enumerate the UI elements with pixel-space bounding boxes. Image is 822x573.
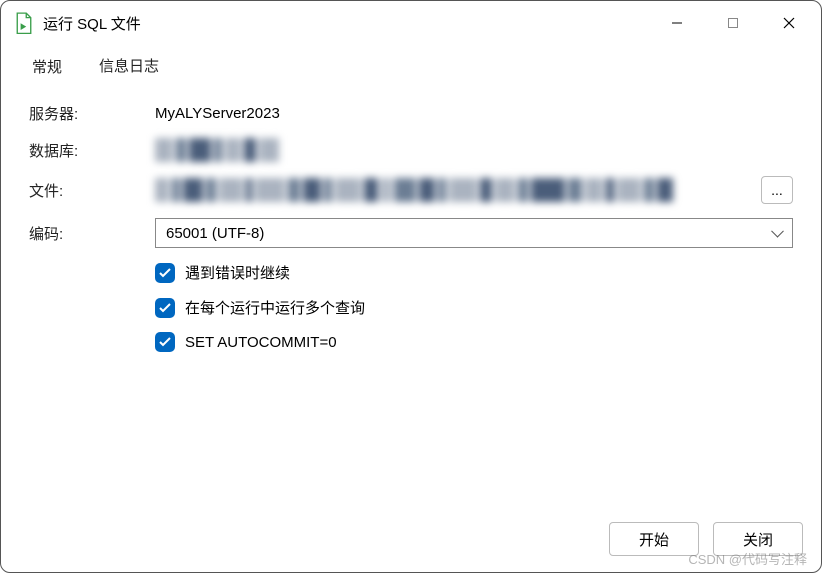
checkbox-multiquery-label: 在每个运行中运行多个查询 bbox=[185, 297, 365, 318]
close-dialog-label: 关闭 bbox=[743, 529, 773, 550]
checkbox-continue-label: 遇到错误时继续 bbox=[185, 262, 290, 283]
content-area: 服务器: MyALYServer2023 数据库: 文件: ... 编码: bbox=[1, 89, 821, 512]
app-icon bbox=[15, 13, 33, 33]
tab-general-label: 常规 bbox=[32, 59, 62, 76]
footer: 开始 关闭 bbox=[1, 512, 821, 572]
maximize-button[interactable] bbox=[705, 3, 761, 43]
start-button-label: 开始 bbox=[639, 529, 669, 550]
encoding-label: 编码: bbox=[29, 223, 155, 244]
encoding-row: 编码: 65001 (UTF-8) bbox=[29, 218, 793, 248]
database-value-redacted bbox=[155, 138, 285, 162]
tab-log[interactable]: 信息日志 bbox=[81, 45, 177, 88]
window-title: 运行 SQL 文件 bbox=[43, 13, 141, 34]
file-value-redacted bbox=[155, 178, 755, 202]
close-dialog-button[interactable]: 关闭 bbox=[713, 522, 803, 556]
file-label: 文件: bbox=[29, 180, 155, 201]
checkbox-multi-query[interactable] bbox=[155, 298, 175, 318]
tab-general[interactable]: 常规 bbox=[13, 45, 81, 88]
checkbox-continue-on-error[interactable] bbox=[155, 263, 175, 283]
checkbox-autocommit-label: SET AUTOCOMMIT=0 bbox=[185, 334, 337, 351]
database-label: 数据库: bbox=[29, 140, 155, 161]
tab-bar: 常规 信息日志 bbox=[1, 45, 821, 89]
file-browse-button[interactable]: ... bbox=[761, 176, 793, 204]
server-row: 服务器: MyALYServer2023 bbox=[29, 103, 793, 124]
server-label: 服务器: bbox=[29, 103, 155, 124]
close-button[interactable] bbox=[761, 3, 817, 43]
server-value: MyALYServer2023 bbox=[155, 105, 280, 122]
file-row: 文件: ... bbox=[29, 176, 793, 204]
database-row: 数据库: bbox=[29, 138, 793, 162]
checkbox-autocommit[interactable] bbox=[155, 332, 175, 352]
checkbox-multiquery-row: 在每个运行中运行多个查询 bbox=[29, 297, 793, 318]
checkbox-continue-row: 遇到错误时继续 bbox=[29, 262, 793, 283]
titlebar: 运行 SQL 文件 bbox=[1, 1, 821, 45]
dialog-window: 运行 SQL 文件 常规 信息日志 服务器: MyALYServer2023 数… bbox=[0, 0, 822, 573]
tab-log-label: 信息日志 bbox=[99, 58, 159, 75]
minimize-button[interactable] bbox=[649, 3, 705, 43]
encoding-value: 65001 (UTF-8) bbox=[166, 225, 264, 242]
start-button[interactable]: 开始 bbox=[609, 522, 699, 556]
checkbox-autocommit-row: SET AUTOCOMMIT=0 bbox=[29, 332, 793, 352]
encoding-select[interactable]: 65001 (UTF-8) bbox=[155, 218, 793, 248]
file-browse-label: ... bbox=[771, 182, 783, 198]
